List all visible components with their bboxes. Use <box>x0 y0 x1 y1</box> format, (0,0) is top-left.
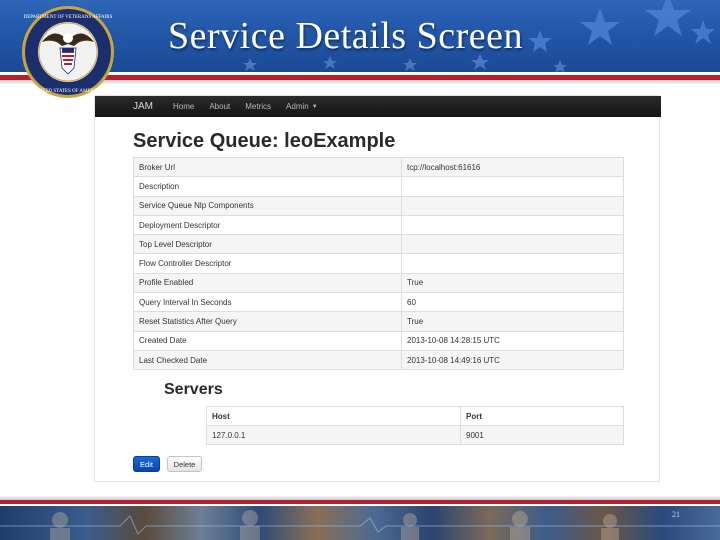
servers-table: Host Port 127.0.0.1 9001 <box>206 406 624 445</box>
detail-value <box>401 176 624 197</box>
detail-label: Broker Url <box>133 156 402 178</box>
table-row: Reset Statistics After Query True <box>133 311 624 332</box>
detail-label: Created Date <box>133 330 402 351</box>
detail-label: Profile Enabled <box>133 272 402 294</box>
table-row: Top Level Descriptor <box>133 234 624 255</box>
table-row: Service Queue Nlp Components <box>133 195 624 216</box>
nav-link-admin: Admin <box>286 102 309 111</box>
detail-label: Query Interval In Seconds <box>133 292 402 313</box>
detail-value: 60 <box>401 292 624 313</box>
table-row: Broker Url tcp://localhost:61616 <box>133 156 624 178</box>
column-header-host: Host <box>206 406 461 426</box>
detail-value <box>401 234 624 255</box>
svg-text:DEPARTMENT OF VETERANS AFFAIRS: DEPARTMENT OF VETERANS AFFAIRS <box>24 15 113 20</box>
detail-label: Reset Statistics After Query <box>133 311 402 332</box>
navbar-brand[interactable]: JAM <box>133 101 153 112</box>
nav-link-home[interactable]: Home <box>173 102 194 111</box>
table-row: Last Checked Date 2013-10-08 14:49:16 UT… <box>133 349 624 371</box>
table-header-row: Host Port <box>206 406 624 426</box>
service-details-table: Broker Url tcp://localhost:61616 Descrip… <box>133 156 624 371</box>
column-header-port: Port <box>460 406 624 426</box>
detail-value: 2013-10-08 14:28:15 UTC <box>401 330 624 351</box>
detail-label: Top Level Descriptor <box>133 234 402 255</box>
footer-figures-decoration <box>0 510 720 540</box>
table-row: Flow Controller Descriptor <box>133 253 624 274</box>
detail-value: True <box>401 311 624 332</box>
table-row: Query Interval In Seconds 60 <box>133 292 624 313</box>
servers-heading: Servers <box>164 381 223 398</box>
detail-value <box>401 253 624 274</box>
detail-label: Deployment Descriptor <box>133 214 402 236</box>
top-navbar: JAM Home About Metrics Admin ▼ <box>95 96 661 117</box>
detail-value: 2013-10-08 14:49:16 UTC <box>401 349 624 371</box>
caret-down-icon: ▼ <box>311 103 318 110</box>
nav-link-metrics[interactable]: Metrics <box>245 102 271 111</box>
footer-photo-collage <box>0 506 720 540</box>
slide-number: 21 <box>672 510 680 519</box>
detail-label: Flow Controller Descriptor <box>133 253 402 274</box>
detail-value: True <box>401 272 624 294</box>
server-port-cell: 9001 <box>460 425 624 445</box>
detail-value: tcp://localhost:61616 <box>401 156 624 178</box>
table-row: Profile Enabled True <box>133 272 624 294</box>
detail-label: Service Queue Nlp Components <box>133 195 402 216</box>
page-title: Service Queue: leoExample <box>133 130 396 152</box>
nav-admin-dropdown[interactable]: Admin ▼ <box>286 102 318 111</box>
detail-label: Last Checked Date <box>133 349 402 371</box>
table-row: 127.0.0.1 9001 <box>206 425 624 445</box>
detail-value <box>401 195 624 216</box>
detail-value <box>401 214 624 236</box>
server-host-cell: 127.0.0.1 <box>206 425 461 445</box>
table-row: Deployment Descriptor <box>133 214 624 236</box>
edit-button[interactable]: Edit <box>133 456 160 472</box>
department-seal-logo: DEPARTMENT OF VETERANS AFFAIRS UNITED ST… <box>22 6 114 98</box>
app-screenshot: JAM Home About Metrics Admin ▼ Service Qu… <box>94 95 661 482</box>
slide-title: Service Details Screen <box>168 15 523 57</box>
nav-link-about[interactable]: About <box>209 102 230 111</box>
delete-button[interactable]: Delete <box>167 456 202 472</box>
table-row: Created Date 2013-10-08 14:28:15 UTC <box>133 330 624 351</box>
svg-text:UNITED STATES OF AMERICA: UNITED STATES OF AMERICA <box>34 89 103 94</box>
detail-label: Description <box>133 176 402 197</box>
table-row: Description <box>133 176 624 197</box>
